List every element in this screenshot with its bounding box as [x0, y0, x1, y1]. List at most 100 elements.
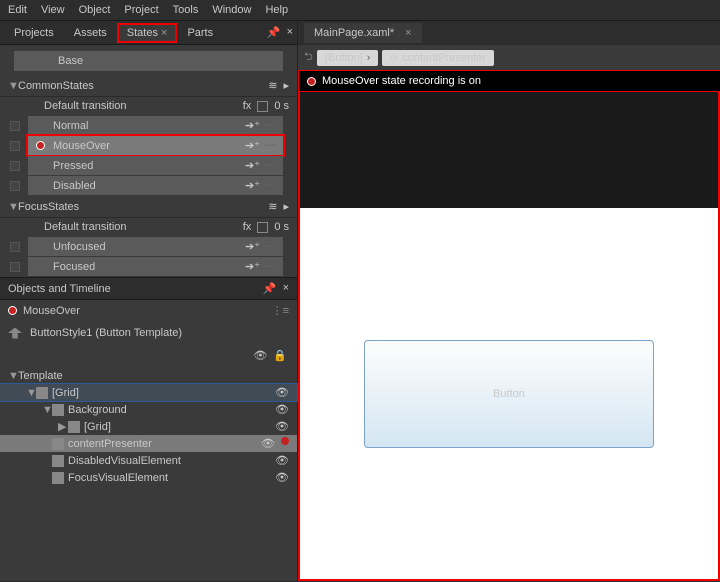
breadcrumb-item[interactable]: ◎contentPresenter [382, 50, 494, 66]
breadcrumb-item[interactable]: [Button]› [317, 50, 379, 66]
record-dot-icon [36, 121, 45, 130]
element-icon [52, 404, 64, 416]
objects-timeline-title: Objects and Timeline [8, 283, 111, 295]
close-tab-icon[interactable]: × [405, 27, 411, 39]
state-normal[interactable]: Normal➔⁺— [28, 116, 283, 135]
menu-bar: Edit View Object Project Tools Window Help [0, 0, 720, 21]
button-preview[interactable]: Button [364, 340, 654, 448]
state-unfocused[interactable]: Unfocused➔⁺— [28, 237, 283, 256]
tree-node[interactable]: ▼[Grid]👁 [0, 384, 297, 401]
visibility-icon[interactable]: 👁 [275, 420, 289, 433]
menu-help[interactable]: Help [265, 4, 288, 16]
state-selector[interactable] [10, 181, 20, 191]
easing-icon[interactable]: fx [243, 221, 252, 233]
state-group-commonstates[interactable]: ▼CommonStates≋▸ [0, 75, 297, 97]
transition-icon[interactable]: ≋ [268, 200, 277, 213]
left-tabs: ProjectsAssetsStates ×Parts 📌 × [0, 21, 297, 45]
timeline-options-icon[interactable]: ⋮≡ [272, 304, 289, 317]
twisty-icon[interactable]: ▼ [42, 404, 52, 416]
state-disabled[interactable]: Disabled➔⁺— [28, 176, 283, 195]
tab-projects[interactable]: Projects [4, 23, 64, 43]
record-dot-icon [36, 181, 45, 190]
element-icon [36, 387, 48, 399]
add-transition-icon[interactable]: ▸ [283, 79, 289, 92]
add-transition-icon[interactable]: ➔⁺ [245, 119, 260, 132]
record-indicator-icon [8, 306, 17, 315]
close-panel-icon[interactable]: × [283, 282, 289, 295]
lock-column-icon[interactable]: 🔒 [273, 349, 287, 362]
template-name: ButtonStyle1 (Button Template) [30, 327, 182, 339]
add-transition-icon[interactable]: ➔⁺ [245, 159, 260, 172]
transition-icon[interactable]: ≋ [268, 79, 277, 92]
tree-node[interactable]: DisabledVisualElement👁 [0, 452, 297, 469]
tree-node[interactable]: FocusVisualElement👁 [0, 469, 297, 486]
add-transition-icon[interactable]: ➔⁺ [245, 139, 260, 152]
add-transition-icon[interactable]: ➔⁺ [245, 179, 260, 192]
add-transition-icon[interactable]: ➔⁺ [245, 240, 260, 253]
object-tree: ▼ Template ▼[Grid]👁▼Background👁▶[Grid]👁c… [0, 364, 297, 490]
pin-icon[interactable]: 📌 [267, 26, 281, 39]
state-base[interactable]: Base [14, 51, 283, 71]
state-focused[interactable]: Focused➔⁺— [28, 257, 283, 276]
visibility-column-icon[interactable]: 👁 [253, 349, 267, 362]
visibility-icon[interactable]: 👁 [275, 403, 289, 416]
breadcrumb-back-icon[interactable]: ⮌ [304, 48, 313, 67]
element-icon [52, 472, 64, 484]
document-tabs: MainPage.xaml* × [298, 21, 720, 45]
tree-node[interactable]: contentPresenter👁 [0, 435, 297, 452]
visibility-icon[interactable]: 👁 [275, 454, 289, 467]
objects-timeline-header: Objects and Timeline 📌 × [0, 277, 297, 300]
tab-states[interactable]: States × [117, 23, 178, 43]
tree-root-label: Template [18, 370, 63, 382]
record-dot-icon [36, 242, 45, 251]
menu-edit[interactable]: Edit [8, 4, 27, 16]
left-panel: ProjectsAssetsStates ×Parts 📌 × Base▼Com… [0, 21, 298, 581]
visibility-icon[interactable]: 👁 [275, 471, 289, 484]
easing-icon[interactable]: fx [243, 100, 252, 112]
menu-object[interactable]: Object [79, 4, 111, 16]
tab-assets[interactable]: Assets [64, 23, 117, 43]
menu-project[interactable]: Project [124, 4, 158, 16]
default-transition[interactable]: Default transitionfx0 s [0, 97, 297, 115]
element-icon [68, 421, 80, 433]
state-selector[interactable] [10, 141, 20, 151]
state-selector[interactable] [10, 121, 20, 131]
add-transition-icon[interactable]: ➔⁺ [245, 260, 260, 273]
document-tab[interactable]: MainPage.xaml* × [304, 23, 422, 43]
default-transition[interactable]: Default transitionfx0 s [0, 218, 297, 236]
state-pressed[interactable]: Pressed➔⁺— [28, 156, 283, 175]
menu-window[interactable]: Window [212, 4, 251, 16]
menu-tools[interactable]: Tools [173, 4, 199, 16]
element-icon [52, 438, 64, 450]
artboard[interactable]: Button [298, 208, 720, 581]
template-scope-row: ButtonStyle1 (Button Template) [0, 321, 297, 345]
twisty-icon[interactable]: ▶ [58, 420, 68, 433]
close-panel-icon[interactable]: × [287, 26, 293, 39]
state-mouseover[interactable]: MouseOver➔⁺— [28, 136, 283, 155]
visibility-icon[interactable]: 👁 [275, 386, 289, 399]
tree-node[interactable]: ▶[Grid]👁 [0, 418, 297, 435]
element-icon [52, 455, 64, 467]
scope-up-icon[interactable] [8, 328, 22, 339]
tree-node[interactable]: ▼Background👁 [0, 401, 297, 418]
recording-message: MouseOver state recording is on [322, 75, 481, 87]
toggle-icon[interactable] [257, 101, 268, 112]
add-transition-icon[interactable]: ▸ [283, 200, 289, 213]
menu-view[interactable]: View [41, 4, 65, 16]
record-dot-icon [36, 262, 45, 271]
timeline-recording-row: MouseOver ⋮≡ [0, 300, 297, 321]
record-dot-icon [36, 141, 45, 150]
state-selector[interactable] [10, 161, 20, 171]
pin-icon[interactable]: 📌 [263, 282, 277, 295]
recording-banner: MouseOver state recording is on [298, 70, 720, 92]
artboard-dark [298, 92, 720, 208]
tab-parts[interactable]: Parts [177, 23, 223, 43]
state-group-focusstates[interactable]: ▼FocusStates≋▸ [0, 196, 297, 218]
twisty-icon[interactable]: ▼ [26, 387, 36, 399]
state-selector[interactable] [10, 242, 20, 252]
toggle-icon[interactable] [257, 222, 268, 233]
button-preview-label: Button [493, 388, 525, 400]
state-selector[interactable] [10, 262, 20, 272]
tree-root[interactable]: ▼ Template [0, 368, 297, 384]
visibility-icon[interactable]: 👁 [261, 437, 275, 450]
